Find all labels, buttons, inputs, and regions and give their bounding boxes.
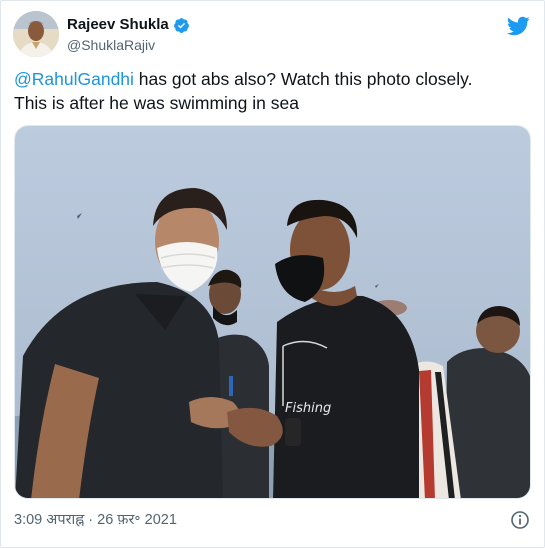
tweet-card[interactable]: Rajeev Shukla @ShuklaRajiv @RahulGandhi …: [0, 0, 545, 548]
twitter-bird-icon[interactable]: [506, 14, 530, 38]
tweet-timestamp[interactable]: 3:09 अपराह्न · 26 फ़र॰ 2021: [14, 512, 177, 528]
author-handle[interactable]: @ShuklaRajiv: [67, 36, 190, 55]
mention-link[interactable]: @RahulGandhi: [14, 69, 134, 89]
shirt-print-text: Fishing: [285, 401, 331, 416]
display-name[interactable]: Rajeev Shukla: [67, 15, 169, 35]
display-name-row: Rajeev Shukla: [67, 15, 190, 35]
author-names: Rajeev Shukla @ShuklaRajiv: [67, 15, 190, 55]
tweet-text: @RahulGandhi has got abs also? Watch thi…: [14, 67, 524, 115]
tweet-text-line1: has got abs also? Watch this photo close…: [133, 69, 473, 89]
tweet-text-line2: This is after he was swimming in sea: [14, 93, 299, 113]
avatar[interactable]: [13, 11, 59, 57]
info-icon[interactable]: [510, 510, 530, 530]
tweet-photo[interactable]: Fishing: [14, 125, 531, 499]
tweet-header: Rajeev Shukla @ShuklaRajiv: [13, 11, 532, 59]
verified-badge-icon: [173, 17, 190, 34]
tweet-footer: 3:09 अपराह्न · 26 फ़र॰ 2021: [14, 510, 532, 532]
